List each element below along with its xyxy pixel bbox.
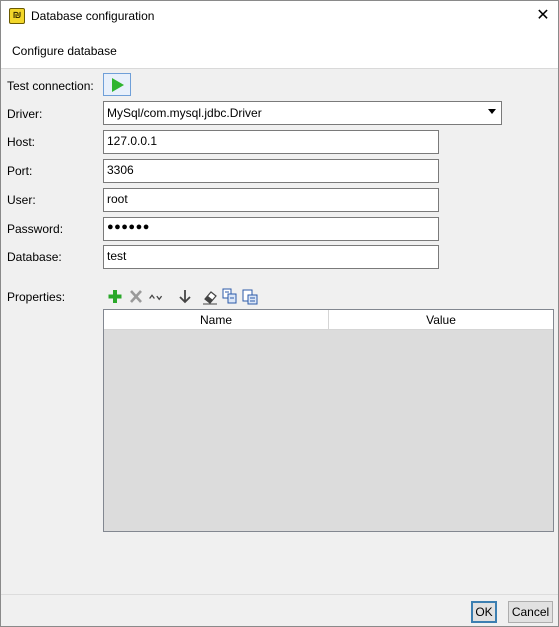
header-text: Configure database — [12, 44, 117, 58]
driver-value: MySql/com.mysql.jdbc.Driver — [107, 106, 262, 120]
paste-icon[interactable] — [242, 288, 258, 305]
delete-icon[interactable] — [128, 288, 144, 305]
move-up-icon[interactable] — [148, 288, 164, 305]
title-bar: ₪ Database configuration ✕ — [1, 1, 558, 32]
port-label: Port: — [7, 164, 33, 178]
cancel-button[interactable]: Cancel — [508, 601, 553, 623]
properties-label: Properties: — [7, 290, 66, 304]
window-title: Database configuration — [31, 9, 155, 23]
add-icon[interactable] — [107, 288, 123, 305]
driver-label: Driver: — [7, 107, 43, 121]
column-header-value[interactable]: Value — [329, 310, 553, 330]
eraser-icon[interactable] — [202, 288, 218, 305]
move-down-icon[interactable] — [177, 288, 193, 305]
test-connection-button[interactable] — [103, 73, 131, 96]
database-label: Database: — [7, 250, 62, 264]
driver-select[interactable]: MySql/com.mysql.jdbc.Driver — [103, 101, 502, 125]
password-label: Password: — [7, 222, 64, 236]
ok-button[interactable]: OK — [471, 601, 497, 623]
footer-divider — [1, 594, 558, 595]
column-header-name[interactable]: Name — [104, 310, 329, 330]
user-label: User: — [7, 193, 36, 207]
database-config-icon: ₪ — [9, 8, 25, 24]
header-band: Configure database — [1, 32, 558, 69]
play-icon — [112, 78, 124, 92]
password-input[interactable]: ●●●●●● — [103, 217, 439, 241]
copy-icon[interactable] — [222, 288, 238, 305]
database-input[interactable]: test — [103, 245, 439, 269]
user-input[interactable]: root — [103, 188, 439, 212]
database-configuration-dialog: ₪ Database configuration ✕ Configure dat… — [0, 0, 559, 627]
host-label: Host: — [7, 135, 36, 149]
port-input[interactable]: 3306 — [103, 159, 439, 183]
test-connection-label: Test connection: — [7, 79, 94, 93]
chevron-down-icon — [488, 109, 496, 114]
host-input[interactable]: 127.0.0.1 — [103, 130, 439, 154]
properties-table[interactable]: Name Value — [103, 309, 554, 532]
close-button[interactable]: ✕ — [528, 1, 558, 31]
